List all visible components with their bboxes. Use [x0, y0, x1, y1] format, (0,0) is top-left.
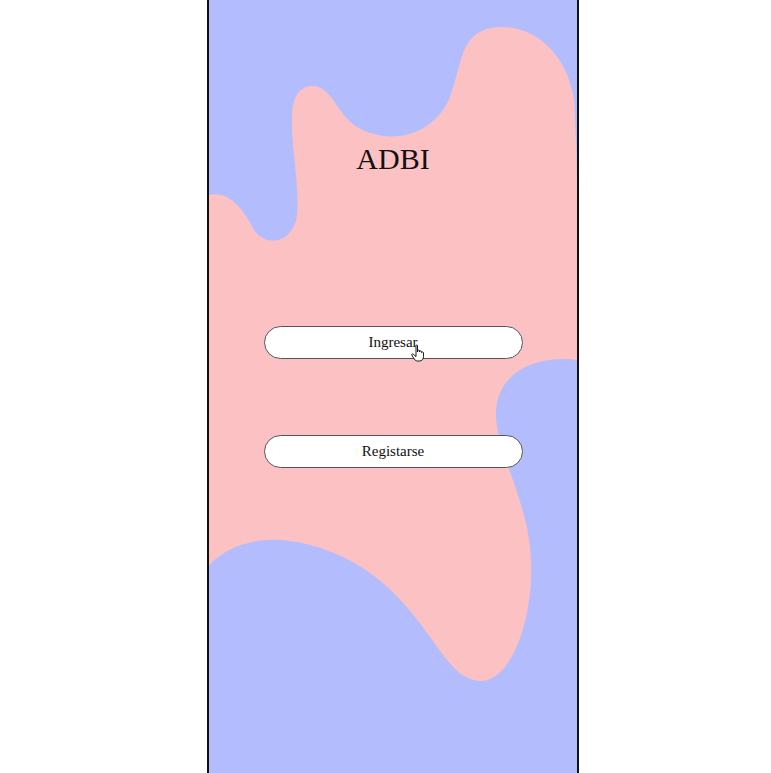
- background-blob: [209, 0, 577, 773]
- page: ADBI Ingresar Registarse: [0, 0, 771, 773]
- action-button[interactable]: Registarse: [264, 435, 523, 468]
- app-title: ADBI: [356, 140, 429, 178]
- action-button[interactable]: Ingresar: [264, 326, 523, 359]
- login-content: ADBI Ingresar Registarse: [209, 0, 577, 468]
- phone-screen: ADBI Ingresar Registarse: [207, 0, 579, 773]
- hand-cursor-icon: [411, 344, 425, 362]
- button-label: Registarse: [362, 443, 424, 459]
- pink-blob: [209, 27, 577, 681]
- button-list: Ingresar Registarse: [264, 326, 523, 468]
- button-label: Ingresar: [368, 334, 417, 350]
